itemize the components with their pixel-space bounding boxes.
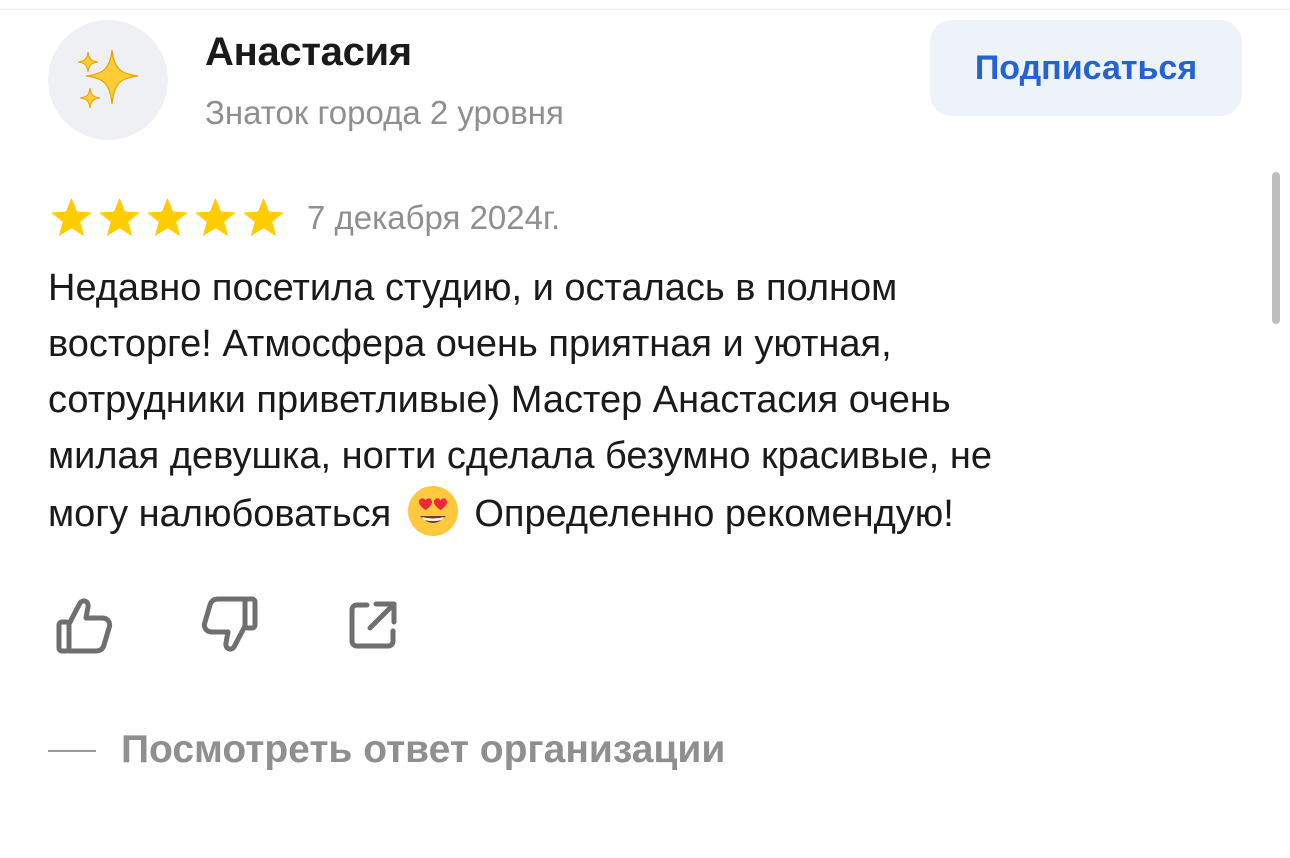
subscribe-button[interactable]: Подписаться bbox=[930, 20, 1242, 116]
review-text-segment: могу налюбоваться bbox=[48, 493, 392, 535]
author-level: Знаток города 2 уровня bbox=[205, 94, 564, 131]
dislike-button[interactable] bbox=[196, 592, 262, 658]
review-text-line: Недавно посетила студию, и осталась в по… bbox=[48, 267, 898, 309]
like-button[interactable] bbox=[52, 592, 118, 658]
review-date: 7 декабря 2024г. bbox=[307, 199, 561, 236]
review-text-line: милая девушка, ногти сделала безумно кра… bbox=[48, 435, 993, 477]
thumbs-up-icon bbox=[56, 598, 113, 654]
view-organization-reply-link[interactable]: Посмотреть ответ организации bbox=[121, 728, 725, 772]
thumbs-down-icon bbox=[201, 596, 258, 652]
sparkles-icon bbox=[77, 49, 139, 109]
review-text-line: восторге! Атмосфера очень приятная и уют… bbox=[48, 323, 892, 365]
review-text: Недавно посетила студию, и осталась в по… bbox=[48, 260, 1248, 542]
review-text-line: сотрудники приветливые) Мастер Анастасия… bbox=[48, 379, 951, 421]
rating-stars bbox=[48, 196, 287, 240]
top-divider bbox=[0, 9, 1290, 10]
heart-eyes-emoji-icon bbox=[407, 486, 458, 536]
author-name[interactable]: Анастасия bbox=[205, 30, 412, 75]
author-avatar[interactable] bbox=[48, 20, 168, 140]
share-button[interactable] bbox=[340, 592, 406, 658]
star-icon bbox=[99, 197, 140, 237]
reply-divider bbox=[48, 750, 96, 752]
scrollbar[interactable] bbox=[1272, 172, 1280, 324]
review-text-segment: Определенно рекомендую! bbox=[474, 493, 954, 535]
star-icon bbox=[243, 197, 284, 237]
review-text-line: могу налюбоваться Определенно рекомендую… bbox=[48, 484, 1248, 542]
star-icon bbox=[51, 197, 92, 237]
star-icon bbox=[195, 197, 236, 237]
share-external-icon bbox=[349, 601, 397, 649]
star-icon bbox=[147, 197, 188, 237]
